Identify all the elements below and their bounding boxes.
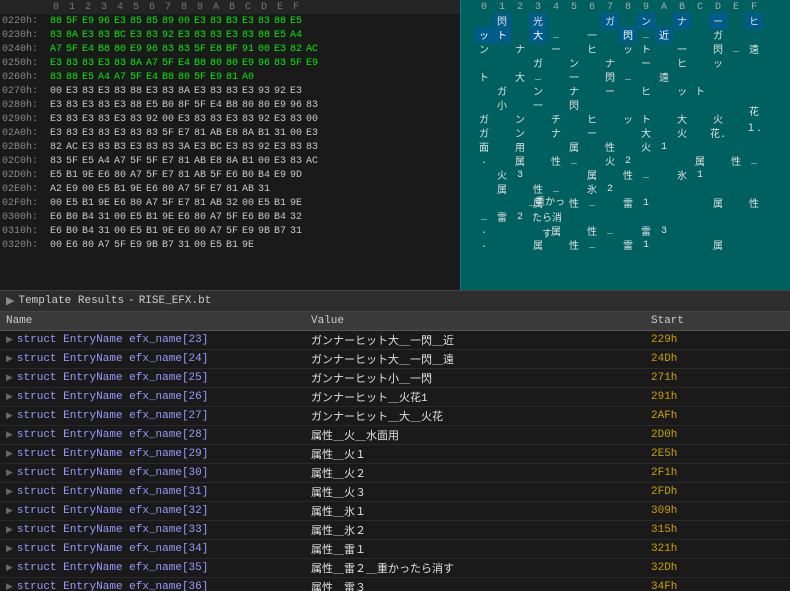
row-expander-icon: ▶ [6,468,13,478]
row-expander-icon: ▶ [6,354,13,364]
result-start-33: 315h [645,521,790,539]
result-start-28: 2D0h [645,426,790,444]
hex-data-row[interactable]: 0320h: 00 E6 80 A7 5F E9 9B B7 31 00 E5 … [0,238,460,252]
hex-data-row[interactable]: 02C0h: 83 5F E5 A4 A7 5F 5F E7 81 AB E8 … [0,154,460,168]
row-expander-icon: ▶ [6,544,13,554]
expand-arrow-icon: ▶ [6,294,14,308]
text-row[interactable]: ン ナ ー ヒ ッ ト 一 閃 _ 遠 [461,42,790,56]
hex-column-headers: 0 1 2 3 4 5 6 7 8 9 A B C D E F [0,0,460,14]
column-header-value: Value [305,312,645,330]
row-expander-icon: ▶ [6,335,13,345]
hex-data-row[interactable]: 0280h: E3 83 E3 83 E3 88 E5 B0 8F 5F E4 … [0,98,460,112]
hex-data-row[interactable]: 0220h: 88 5F E9 96 E3 85 85 89 00 E3 83 … [0,14,460,28]
text-row[interactable]: 属 性 _ 氷 2 [461,182,790,196]
result-name-35: ▶ struct EntryName efx_name[35] [0,559,305,577]
row-expander-icon: ▶ [6,582,13,591]
hex-data-row[interactable]: 0300h: E6 B0 B4 31 00 E5 B1 9E E6 80 A7 … [0,210,460,224]
template-filename: RISE_EFX.bt [139,295,212,307]
template-results-title: Template Results [18,295,124,307]
hex-data-row[interactable]: 0260h: 83 88 E5 A4 A7 5F E4 B8 80 5F E9 … [0,70,460,84]
hex-data-row[interactable]: 0230h: 83 8A E3 83 BC E3 83 92 E3 83 83 … [0,28,460,42]
text-row[interactable]: 属 性 _ 雷 1 属 性 [461,196,790,210]
result-name-30: ▶ struct EntryName efx_name[30] [0,464,305,482]
hex-data-row[interactable]: 02E0h: A2 E9 00 E5 B1 9E E6 80 A7 5F E7 … [0,182,460,196]
result-name-23: ▶ struct EntryName efx_name[23] [0,331,305,349]
text-row[interactable]: ッ ト 大 _ 一 閃 _ 近 ガ [461,28,790,42]
text-row[interactable]: 火 3 属 性 _ 氷 1 [461,168,790,182]
result-start-27: 2AFh [645,407,790,425]
text-row[interactable]: ガ ン ナ ー 大 火 花. [461,126,790,140]
text-row[interactable]: 小 一 閃 [461,98,790,112]
hex-bytes-panel: 0 1 2 3 4 5 6 7 8 9 A B C D E F 0220h: 8… [0,0,460,290]
hex-data-row[interactable]: 0310h: E6 B0 B4 31 00 E5 B1 9E E6 80 A7 … [0,224,460,238]
text-row[interactable]: ガ ン チ ヒ ッ ト 大 火 花１. [461,112,790,126]
row-expander-icon: ▶ [6,506,13,516]
result-value-36: 属性＿雷３ [305,576,645,591]
column-header-name: Name [0,312,305,330]
result-name-24: ▶ struct EntryName efx_name[24] [0,350,305,368]
text-row[interactable]: . 属 性 _ 雷 3 [461,224,790,238]
title-separator: - [128,295,135,307]
result-start-32: 309h [645,502,790,520]
text-panel-header: 0 1 2 3 4 5 6 7 8 9 A B C D E F [461,0,790,14]
result-start-29: 2E5h [645,445,790,463]
result-start-23: 229h [645,331,790,349]
template-results-header: ▶ Template Results - RISE_EFX.bt [0,291,790,312]
result-start-35: 32Dh [645,559,790,577]
row-expander-icon: ▶ [6,392,13,402]
text-row[interactable]: . 属 性 _ 火 2 属 性 _ [461,154,790,168]
result-row-36[interactable]: ▶ struct EntryName efx_name[36] 属性＿雷３ 34… [0,578,790,591]
text-row[interactable]: 閃 光 ガ ン ナ ー ヒ [461,14,790,28]
row-expander-icon: ▶ [6,373,13,383]
hex-data-row[interactable]: 02B0h: 82 AC E3 83 B3 E3 83 83 3A E3 BC … [0,140,460,154]
row-expander-icon: ▶ [6,411,13,421]
text-row[interactable]: ガ ン ナ ー ヒ ッ [461,56,790,70]
hex-data-row[interactable]: 02D0h: E5 B1 9E E6 80 A7 5F E7 81 AB 5F … [0,168,460,182]
row-expander-icon: ▶ [6,430,13,440]
template-results-section: ▶ Template Results - RISE_EFX.bt Name Va… [0,290,790,591]
row-expander-icon: ▶ [6,563,13,573]
text-row[interactable]: 面 用 属 性 火 1 [461,140,790,154]
row-expander-icon: ▶ [6,487,13,497]
text-row[interactable]: ト 大 _ 一 閃 _ 遠 [461,70,790,84]
result-name-25: ▶ struct EntryName efx_name[25] [0,369,305,387]
column-header-start: Start [645,312,790,330]
result-start-31: 2FDh [645,483,790,501]
hex-data-row[interactable]: 0270h: 00 E3 83 E3 83 88 E3 83 8A E3 83 … [0,84,460,98]
text-row[interactable]: ガ ン ナ ー ヒ ッ ト [461,84,790,98]
result-start-30: 2F1h [645,464,790,482]
results-body[interactable]: ▶ struct EntryName efx_name[23] ガンナーヒット大… [0,331,790,591]
text-panel: 0 1 2 3 4 5 6 7 8 9 A B C D E F 閃 光 [460,0,790,290]
hex-editor: 0 1 2 3 4 5 6 7 8 9 A B C D E F 0220h: 8… [0,0,790,290]
result-name-29: ▶ struct EntryName efx_name[29] [0,445,305,463]
result-start-34: 321h [645,540,790,558]
row-expander-icon: ▶ [6,525,13,535]
hex-data-row[interactable]: 0240h: A7 5F E4 B8 80 E9 96 83 83 5F E8 … [0,42,460,56]
result-name-31: ▶ struct EntryName efx_name[31] [0,483,305,501]
result-name-27: ▶ struct EntryName efx_name[27] [0,407,305,425]
result-start-25: 271h [645,369,790,387]
results-table-header: Name Value Start [0,312,790,331]
result-start-24: 24Dh [645,350,790,368]
result-name-26: ▶ struct EntryName efx_name[26] [0,388,305,406]
result-start-26: 291h [645,388,790,406]
result-start-36: 34Fh [645,578,790,591]
hex-data-row[interactable]: 0250h: E3 83 83 E3 83 8A A7 5F E4 B8 80 … [0,56,460,70]
hex-data-row[interactable]: 02A0h: E3 83 E3 83 E3 83 83 5F E7 81 AB … [0,126,460,140]
result-name-28: ▶ struct EntryName efx_name[28] [0,426,305,444]
row-expander-icon: ▶ [6,449,13,459]
hex-data-row[interactable]: 0290h: E3 83 E3 83 E3 83 92 00 E3 83 83 … [0,112,460,126]
result-name-33: ▶ struct EntryName efx_name[33] [0,521,305,539]
result-name-36: ▶ struct EntryName efx_name[36] [0,578,305,591]
result-name-32: ▶ struct EntryName efx_name[32] [0,502,305,520]
hex-data-row[interactable]: 02F0h: 00 E5 B1 9E E6 80 A7 5F E7 81 AB … [0,196,460,210]
text-row[interactable]: _ 雷 2 _重かったら消す [461,210,790,224]
text-row[interactable]: . 属 性 _ 雷 1 属 [461,238,790,252]
result-name-34: ▶ struct EntryName efx_name[34] [0,540,305,558]
